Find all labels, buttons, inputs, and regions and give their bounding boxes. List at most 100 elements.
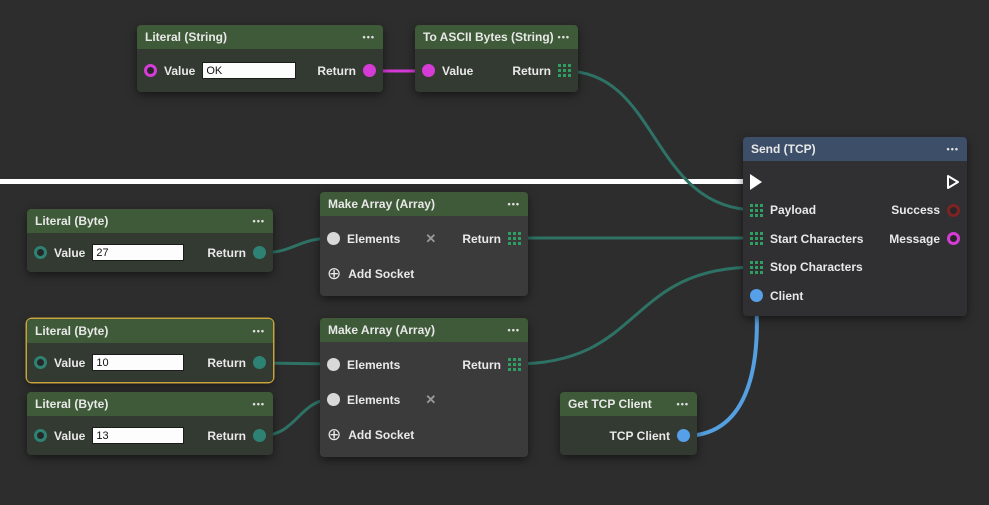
node-send-tcp[interactable]: Send (TCP) ••• Payload Success Start Cha… bbox=[743, 137, 967, 316]
node-header[interactable]: Send (TCP) ••• bbox=[743, 137, 967, 161]
tcp-client-output-port[interactable] bbox=[677, 429, 690, 442]
value-row: Value Return bbox=[34, 354, 266, 371]
tcp-client-label: TCP Client bbox=[610, 429, 670, 443]
exec-input-port[interactable] bbox=[750, 174, 762, 190]
elements-label: Elements bbox=[347, 358, 400, 372]
node-title: Literal (Byte) bbox=[35, 324, 108, 338]
tcp-client-row: TCP Client bbox=[567, 427, 690, 444]
payload-row: Payload Success bbox=[750, 202, 960, 219]
value-label: Value bbox=[54, 356, 85, 370]
node-literal-byte-10[interactable]: Literal (Byte) ••• Value Return bbox=[27, 319, 273, 382]
node-body: Value Return bbox=[27, 343, 273, 382]
value-input-port[interactable] bbox=[422, 64, 435, 77]
value-row: Value Return bbox=[34, 427, 266, 444]
node-make-array-bottom[interactable]: Make Array (Array) ••• Elements Return E… bbox=[320, 318, 528, 457]
stop-characters-input-port[interactable] bbox=[750, 261, 763, 274]
add-socket-row[interactable]: ⊕ Add Socket bbox=[327, 265, 521, 282]
value-label: Value bbox=[164, 64, 195, 78]
node-menu-icon[interactable]: ••• bbox=[363, 32, 375, 42]
return-output-port[interactable] bbox=[363, 64, 376, 77]
return-label: Return bbox=[207, 429, 246, 443]
node-menu-icon[interactable]: ••• bbox=[558, 32, 570, 42]
message-label: Message bbox=[889, 232, 940, 246]
node-literal-string[interactable]: Literal (String) ••• Value Return bbox=[137, 25, 383, 92]
start-characters-input-port[interactable] bbox=[750, 232, 763, 245]
add-socket-icon[interactable]: ⊕ bbox=[327, 426, 341, 443]
client-input-port[interactable] bbox=[750, 289, 763, 302]
return-array-output-port[interactable] bbox=[508, 358, 521, 371]
node-title: Make Array (Array) bbox=[328, 197, 435, 211]
value-input-port[interactable] bbox=[144, 64, 157, 77]
add-socket-row[interactable]: ⊕ Add Socket bbox=[327, 426, 521, 443]
node-header[interactable]: Get TCP Client ••• bbox=[560, 392, 697, 416]
node-body: Value Return bbox=[27, 416, 273, 455]
value-input[interactable] bbox=[92, 244, 184, 261]
value-label: Value bbox=[54, 429, 85, 443]
value-input-port[interactable] bbox=[34, 429, 47, 442]
value-input[interactable] bbox=[202, 62, 296, 79]
wire-ascii-to-payload[interactable] bbox=[565, 71, 757, 210]
elements-input-port[interactable] bbox=[327, 358, 340, 371]
return-array-output-port[interactable] bbox=[558, 64, 571, 77]
elements-row: Elements ✕ Return bbox=[327, 230, 521, 247]
stop-characters-row: Stop Characters bbox=[750, 259, 960, 276]
node-to-ascii-bytes[interactable]: To ASCII Bytes (String) ••• Value Return bbox=[415, 25, 578, 92]
value-input-port[interactable] bbox=[34, 356, 47, 369]
elements-input-port[interactable] bbox=[327, 393, 340, 406]
node-title: Literal (String) bbox=[145, 30, 227, 44]
node-title: Send (TCP) bbox=[751, 142, 816, 156]
node-body: Payload Success Start Characters Message… bbox=[743, 161, 967, 316]
wire-array2-to-stopchars[interactable] bbox=[515, 267, 757, 364]
return-array-output-port[interactable] bbox=[508, 232, 521, 245]
return-label: Return bbox=[462, 358, 501, 372]
exec-row bbox=[750, 173, 960, 190]
value-input-port[interactable] bbox=[34, 246, 47, 259]
remove-socket-icon[interactable]: ✕ bbox=[425, 231, 436, 247]
return-label: Return bbox=[207, 356, 246, 370]
success-output-port[interactable] bbox=[947, 204, 960, 217]
node-header[interactable]: Literal (String) ••• bbox=[137, 25, 383, 49]
node-menu-icon[interactable]: ••• bbox=[508, 325, 520, 335]
node-menu-icon[interactable]: ••• bbox=[253, 216, 265, 226]
start-characters-row: Start Characters Message bbox=[750, 230, 960, 247]
node-body: TCP Client bbox=[560, 416, 697, 455]
add-socket-icon[interactable]: ⊕ bbox=[327, 265, 341, 282]
value-row: Value Return bbox=[34, 244, 266, 261]
node-title: Literal (Byte) bbox=[35, 397, 108, 411]
value-input[interactable] bbox=[92, 354, 184, 371]
node-literal-byte-27[interactable]: Literal (Byte) ••• Value Return bbox=[27, 209, 273, 272]
node-menu-icon[interactable]: ••• bbox=[947, 144, 959, 154]
node-menu-icon[interactable]: ••• bbox=[253, 326, 265, 336]
elements-input-port[interactable] bbox=[327, 232, 340, 245]
return-output-port[interactable] bbox=[253, 246, 266, 259]
node-header[interactable]: To ASCII Bytes (String) ••• bbox=[415, 25, 578, 49]
node-header[interactable]: Literal (Byte) ••• bbox=[27, 209, 273, 233]
elements-row-2: Elements ✕ bbox=[327, 391, 521, 408]
value-row: Value Return bbox=[422, 62, 571, 79]
return-label: Return bbox=[207, 246, 246, 260]
message-output-port[interactable] bbox=[947, 232, 960, 245]
node-menu-icon[interactable]: ••• bbox=[253, 399, 265, 409]
node-get-tcp-client[interactable]: Get TCP Client ••• TCP Client bbox=[560, 392, 697, 455]
node-make-array-top[interactable]: Make Array (Array) ••• Elements ✕ Return… bbox=[320, 192, 528, 296]
value-row: Value Return bbox=[144, 62, 376, 79]
return-output-port[interactable] bbox=[253, 429, 266, 442]
node-header[interactable]: Make Array (Array) ••• bbox=[320, 318, 528, 342]
node-header[interactable]: Literal (Byte) ••• bbox=[27, 392, 273, 416]
node-menu-icon[interactable]: ••• bbox=[508, 199, 520, 209]
node-header[interactable]: Make Array (Array) ••• bbox=[320, 192, 528, 216]
payload-input-port[interactable] bbox=[750, 204, 763, 217]
return-label: Return bbox=[317, 64, 356, 78]
value-label: Value bbox=[442, 64, 473, 78]
value-label: Value bbox=[54, 246, 85, 260]
remove-socket-icon[interactable]: ✕ bbox=[425, 392, 436, 408]
exec-output-port[interactable] bbox=[946, 174, 960, 190]
return-output-port[interactable] bbox=[253, 356, 266, 369]
node-header[interactable]: Literal (Byte) ••• bbox=[27, 319, 273, 343]
node-literal-byte-13[interactable]: Literal (Byte) ••• Value Return bbox=[27, 392, 273, 455]
return-label: Return bbox=[512, 64, 551, 78]
node-body: Value Return bbox=[415, 49, 578, 92]
node-menu-icon[interactable]: ••• bbox=[677, 399, 689, 409]
node-title: To ASCII Bytes (String) bbox=[423, 30, 554, 44]
value-input[interactable] bbox=[92, 427, 184, 444]
